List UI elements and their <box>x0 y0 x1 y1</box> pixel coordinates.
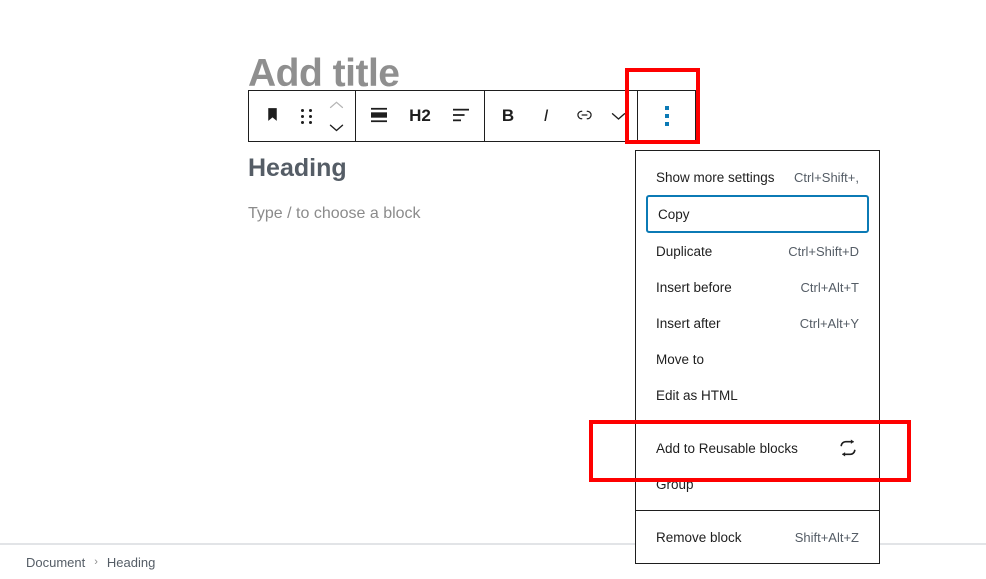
menu-item-shortcut: Ctrl+Alt+Y <box>799 315 859 331</box>
menu-item-label: Edit as HTML <box>656 387 738 403</box>
heading-level-button[interactable]: H2 <box>398 91 442 141</box>
toolbar-group-blocktype: H2 <box>356 91 485 141</box>
align-left-icon <box>452 107 470 126</box>
menu-item-edit-as-html[interactable]: Edit as HTML <box>636 377 879 413</box>
menu-item-insert-before[interactable]: Insert before Ctrl+Alt+T <box>636 269 879 305</box>
chevron-up-icon <box>329 97 344 112</box>
menu-item-label: Group <box>656 476 694 492</box>
paragraph-style-button[interactable] <box>360 91 398 141</box>
menu-item-label: Add to Reusable blocks <box>656 440 798 456</box>
editor-canvas: Add title Heading Type / to choose a blo… <box>0 0 986 579</box>
align-button[interactable] <box>442 91 480 141</box>
block-type-button[interactable] <box>253 91 291 141</box>
menu-item-label: Show more settings <box>656 169 775 185</box>
menu-item-shortcut: Ctrl+Shift+D <box>788 243 859 259</box>
block-mover <box>321 91 351 141</box>
breadcrumb-item-heading[interactable]: Heading <box>107 555 155 570</box>
reusable-block-icon <box>837 437 859 459</box>
menu-item-label: Insert before <box>656 279 732 295</box>
move-down-button[interactable] <box>321 118 351 138</box>
chevron-down-icon <box>611 109 626 124</box>
heading-level-label: H2 <box>409 106 431 125</box>
bold-button[interactable]: B <box>489 91 527 141</box>
toolbar-group-options <box>637 91 695 141</box>
menu-item-insert-after[interactable]: Insert after Ctrl+Alt+Y <box>636 305 879 341</box>
menu-item-shortcut: Ctrl+Alt+T <box>800 279 859 295</box>
menu-item-label: Duplicate <box>656 243 713 259</box>
paragraph-style-icon <box>370 107 388 126</box>
menu-item-move-to[interactable]: Move to <box>636 341 879 377</box>
italic-button[interactable]: I <box>527 91 565 141</box>
drag-handle-icon <box>300 108 312 124</box>
menu-item-label: Copy <box>658 206 690 222</box>
menu-item-shortcut: Shift+Alt+Z <box>794 529 859 545</box>
move-up-button[interactable] <box>321 95 351 115</box>
menu-item-show-more-settings[interactable]: Show more settings Ctrl+Shift+, <box>636 159 879 195</box>
paragraph-block-placeholder[interactable]: Type / to choose a block <box>248 203 421 225</box>
menu-group-destructive: Remove block Shift+Alt+Z <box>636 511 879 563</box>
heading-block-icon <box>264 106 281 126</box>
menu-item-shortcut: Ctrl+Shift+, <box>793 169 859 185</box>
italic-label: I <box>543 106 549 125</box>
toolbar-group-block <box>249 91 356 141</box>
menu-item-label: Move to <box>656 351 705 367</box>
breadcrumb-separator: › <box>94 556 98 568</box>
menu-item-group[interactable]: Group <box>636 466 879 502</box>
menu-group-primary: Show more settings Ctrl+Shift+, Copy Dup… <box>636 159 879 422</box>
menu-group-transform: Add to Reusable blocks Group <box>636 422 879 511</box>
toolbar-group-format: B I <box>485 91 637 141</box>
menu-item-add-to-reusable-blocks[interactable]: Add to Reusable blocks <box>636 430 879 466</box>
menu-item-label: Insert after <box>656 315 721 331</box>
bold-label: B <box>501 106 515 125</box>
heading-block-text[interactable]: Heading <box>248 152 347 184</box>
more-formats-button[interactable] <box>603 91 633 141</box>
chevron-down-icon <box>329 120 344 135</box>
menu-item-duplicate[interactable]: Duplicate Ctrl+Shift+D <box>636 233 879 269</box>
menu-item-remove-block[interactable]: Remove block Shift+Alt+Z <box>636 519 879 555</box>
link-icon <box>575 108 594 125</box>
kebab-vertical-icon <box>664 106 669 126</box>
link-button[interactable] <box>565 91 603 141</box>
drag-handle-button[interactable] <box>291 91 321 141</box>
breadcrumb-item-document[interactable]: Document <box>26 555 85 570</box>
menu-item-copy[interactable]: Copy <box>646 195 869 233</box>
block-options-button[interactable] <box>648 91 686 141</box>
block-options-menu: Show more settings Ctrl+Shift+, Copy Dup… <box>635 150 880 564</box>
block-toolbar: H2 B I <box>248 90 696 142</box>
menu-item-label: Remove block <box>656 529 742 545</box>
